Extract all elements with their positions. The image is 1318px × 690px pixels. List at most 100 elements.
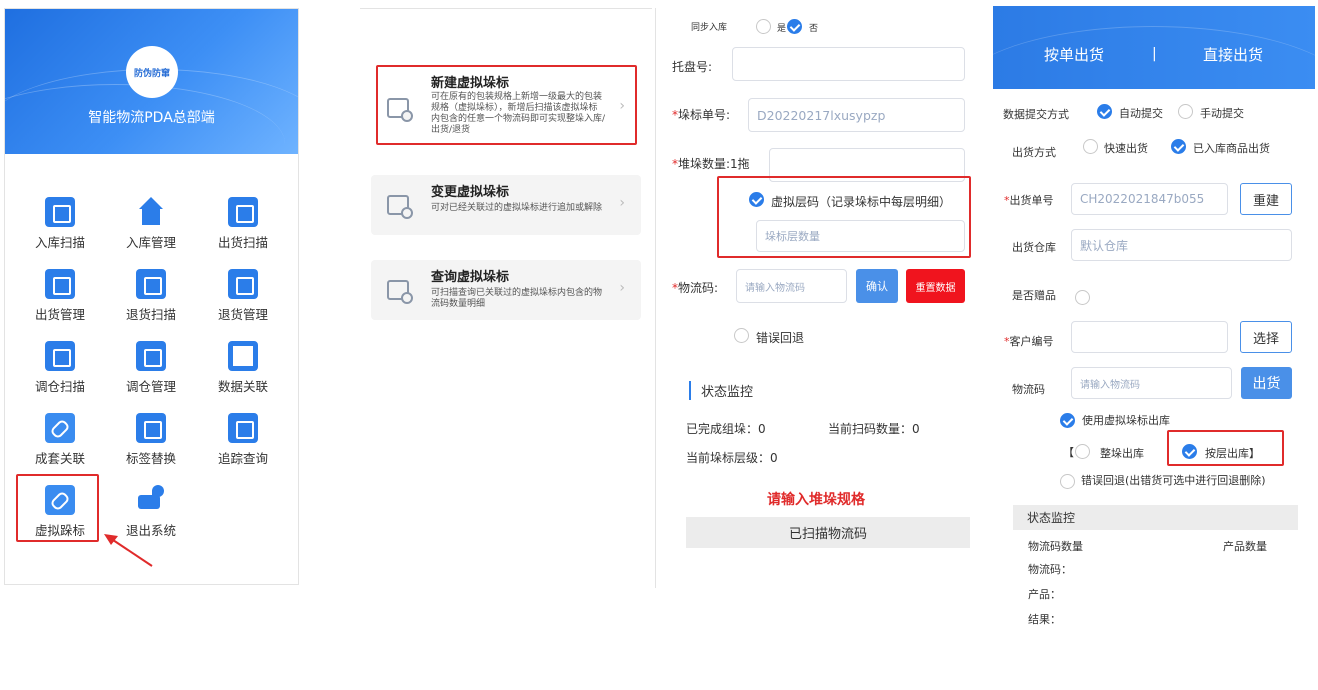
logistics-count-header: 物流码数量	[1028, 540, 1083, 553]
link-icon	[45, 413, 75, 443]
customer-input[interactable]	[1071, 321, 1228, 353]
error-rollback-label: 错误回退	[756, 331, 805, 345]
order-no-label: *出货单号	[1004, 194, 1054, 207]
select-customer-button[interactable]: 选择	[1240, 321, 1292, 353]
home-menu-panel: 防伪防窜 智能物流PDA总部端 入库扫描 入库管理 出货扫描 出货管理 退货扫描…	[4, 8, 299, 585]
logistics-input[interactable]: 请输入物流码	[1071, 367, 1232, 399]
warehouse-label: 出货仓库	[1012, 241, 1056, 254]
menu-item-label: 退货管理	[217, 307, 268, 322]
warning-text: 请输入堆垛规格	[767, 492, 865, 508]
submit-auto-radio[interactable]	[1097, 104, 1112, 119]
ship-stock-radio[interactable]	[1171, 139, 1186, 154]
scan-count-stat: 当前扫码数量：0	[828, 422, 920, 436]
order-no-input[interactable]: CH2022021847b055	[1071, 183, 1228, 215]
menu-item-label: 入库扫描	[34, 235, 85, 250]
tray-label: 托盘号:	[672, 60, 713, 74]
ship-fast-label: 快速出货	[1104, 142, 1148, 155]
menu-item-label: 出货管理	[34, 307, 85, 322]
confirm-button[interactable]: 确认	[856, 269, 898, 303]
highlight-box	[16, 474, 99, 542]
submit-auto-label: 自动提交	[1119, 107, 1163, 120]
tray-input[interactable]	[732, 47, 965, 81]
grid-gear-icon	[45, 269, 75, 299]
error-rollback-label: 错误回退(出错货可选中进行回退删除)	[1081, 474, 1266, 487]
logo-text: 防伪防窜	[133, 68, 170, 79]
menu-item-set-link[interactable]: 成套关联	[24, 413, 96, 473]
use-virtual-pile-checkbox[interactable]	[1060, 413, 1075, 428]
menu-item-label: 标签替换	[125, 451, 176, 466]
logistics-label: *物流码:	[672, 281, 719, 295]
card-title: 变更虚拟垛标	[431, 185, 510, 200]
pile-box-icon	[387, 280, 413, 304]
customer-label-text: 客户编号	[1009, 335, 1054, 348]
gift-radio[interactable]	[1075, 290, 1090, 305]
menu-item-label-replace[interactable]: 标签替换	[115, 413, 187, 473]
menu-item-label: 追踪查询	[217, 451, 268, 466]
tab-order-outbound[interactable]: 按单出货	[1044, 44, 1104, 65]
status-monitor-title: 状态监控	[689, 381, 753, 400]
ship-fast-radio[interactable]	[1083, 139, 1098, 154]
pile-no-input[interactable]: D20220217lxusypzp	[748, 98, 965, 132]
ship-button[interactable]: 出货	[1241, 367, 1292, 399]
menu-item-label: 退货扫描	[125, 307, 176, 322]
swap-icon	[136, 413, 166, 443]
sync-no-radio[interactable]	[787, 19, 802, 34]
logistics-row-label: 物流码：	[1028, 563, 1072, 576]
status-monitor-bar: 状态监控	[1013, 505, 1298, 530]
menu-item-inbound-manage[interactable]: 入库管理	[115, 197, 187, 257]
highlight-box	[717, 176, 971, 258]
menu-item-return-manage[interactable]: 退货管理	[207, 269, 279, 329]
bracket-open: 【	[1063, 446, 1074, 459]
stack-label: *堆垛数量:1拖	[672, 157, 750, 171]
submit-manual-label: 手动提交	[1200, 107, 1244, 120]
menu-item-trace-query[interactable]: 追踪查询	[207, 413, 279, 473]
outbound-panel: 按单出货 | 直接出货 数据提交方式 自动提交 手动提交 出货方式 快速出货 已…	[993, 6, 1315, 626]
menu-item-label: 出货扫描	[217, 235, 268, 250]
logistics-input[interactable]: 请输入物流码	[736, 269, 847, 303]
submit-mode-label: 数据提交方式	[1003, 108, 1069, 121]
menu-item-inbound-scan[interactable]: 入库扫描	[24, 197, 96, 257]
menu-item-outbound-scan[interactable]: 出货扫描	[207, 197, 279, 257]
logistics-label-text: 物流码:	[678, 281, 719, 295]
whole-pile-radio[interactable]	[1075, 444, 1090, 459]
warehouse-select[interactable]: 默认仓库	[1071, 229, 1292, 261]
card-change-virtual-pile[interactable]: 变更虚拟垛标 可对已经关联过的虚拟垛标进行追加或解除 ›	[371, 175, 641, 235]
highlight-box	[376, 65, 637, 145]
error-rollback-radio[interactable]	[1060, 474, 1075, 489]
menu-item-transfer-scan[interactable]: 调仓扫描	[24, 341, 96, 401]
whole-pile-label: 整垛出库	[1100, 447, 1144, 460]
use-virtual-pile-label: 使用虚拟垛标出库	[1082, 414, 1170, 427]
chart-box-icon	[45, 197, 75, 227]
menu-item-transfer-manage[interactable]: 调仓管理	[115, 341, 187, 401]
reset-button[interactable]: 重置数据	[906, 269, 965, 303]
current-layer-stat: 当前垛标层级：0	[686, 451, 778, 465]
sync-yes-label: 是	[777, 24, 787, 34]
menu-item-label: 入库管理	[125, 235, 176, 250]
truck-location-icon	[136, 485, 166, 515]
divider	[360, 8, 652, 9]
ship-stock-label: 已入库商品出货	[1193, 142, 1270, 155]
clipboard-return-icon	[45, 341, 75, 371]
rebuild-button[interactable]: 重建	[1240, 183, 1292, 215]
menu-item-data-link[interactable]: 数据关联	[207, 341, 279, 401]
menu-item-label: 成套关联	[34, 451, 85, 466]
sync-yes-radio[interactable]	[756, 19, 771, 34]
card-query-virtual-pile[interactable]: 查询虚拟垛标 可扫描查询已关联过的虚拟垛标内包含的物流码数量明细 ›	[371, 260, 641, 320]
customer-label: *客户编号	[1004, 335, 1054, 348]
pile-no-label-text: 垛标单号:	[678, 108, 731, 122]
submit-manual-radio[interactable]	[1178, 104, 1193, 119]
error-rollback-radio[interactable]	[734, 328, 749, 343]
tab-direct-outbound[interactable]: 直接出货	[1203, 44, 1263, 65]
annotation-arrow-icon	[104, 534, 153, 567]
home-header: 防伪防窜 智能物流PDA总部端	[5, 9, 298, 154]
sync-no-label: 否	[809, 24, 819, 34]
menu-item-outbound-manage[interactable]: 出货管理	[24, 269, 96, 329]
highlight-box	[1167, 430, 1284, 466]
virtual-pile-menu-panel: 新建虚拟垛标 可在原有的包装规格上新增一级最大的包装规格（虚拟垛标），新增后扫描…	[360, 8, 652, 338]
order-no-label-text: 出货单号	[1009, 194, 1054, 207]
result-row-label: 结果：	[1028, 613, 1061, 626]
chevron-right-icon: ›	[619, 280, 625, 296]
pile-box-icon	[387, 195, 413, 219]
menu-item-return-scan[interactable]: 退货扫描	[115, 269, 187, 329]
product-count-header: 产品数量	[1223, 540, 1267, 553]
